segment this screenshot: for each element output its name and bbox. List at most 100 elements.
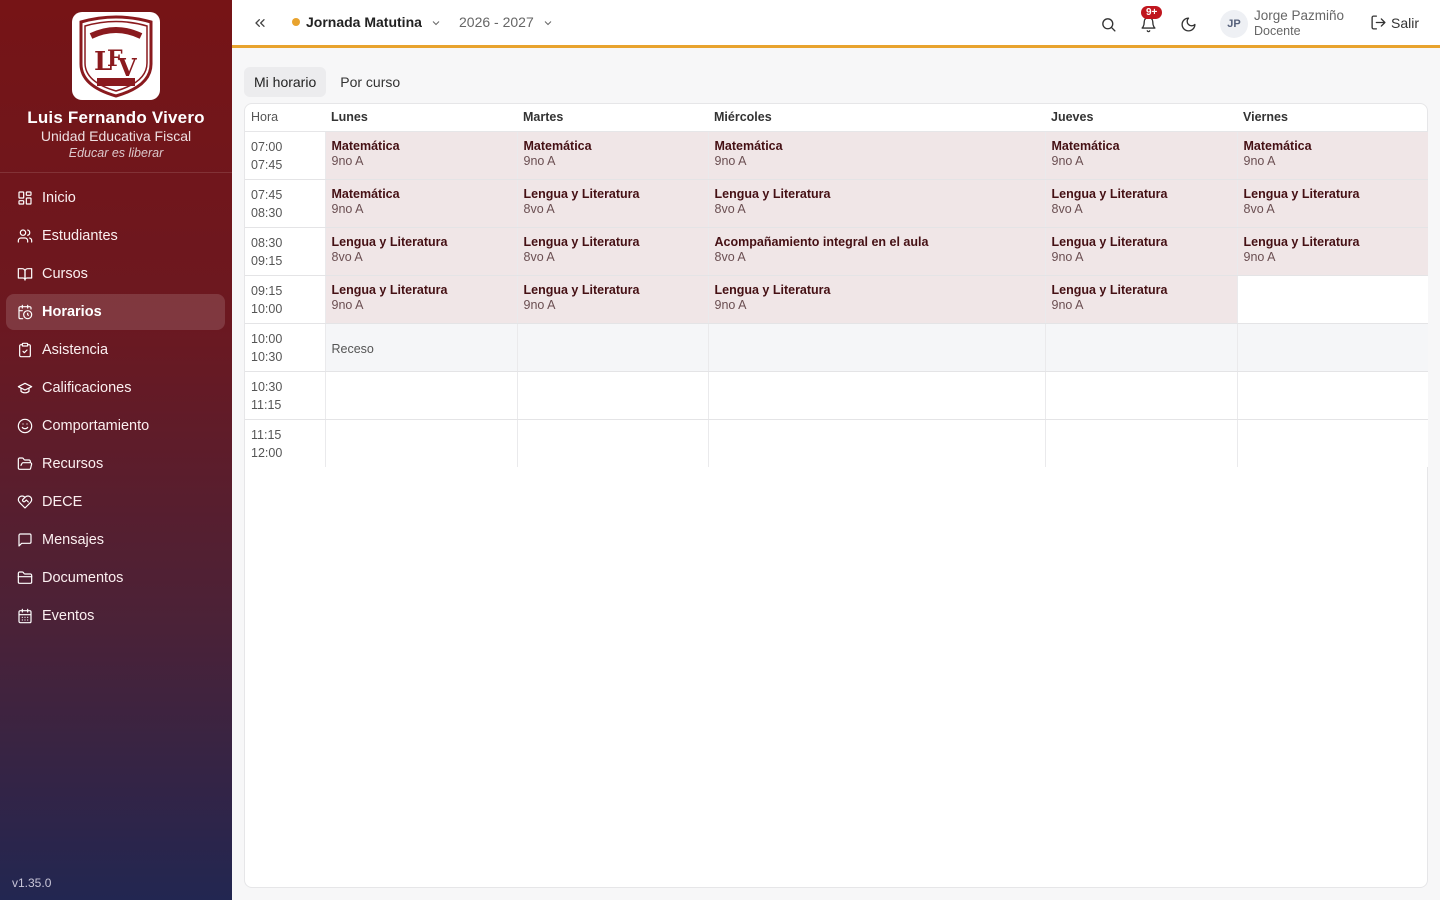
sidebar-item-horarios[interactable]: Horarios	[6, 294, 225, 330]
sidebar-item-label: Documentos	[42, 570, 124, 586]
clipboard-check-icon	[16, 341, 34, 359]
sidebar: L F V Luis Fernando Vivero Unidad Educat…	[0, 0, 232, 900]
class-cell[interactable]: Lengua y Literatura 8vo A	[1045, 179, 1238, 228]
class-cell[interactable]: Matemática 9no A	[325, 179, 518, 228]
empty-cell	[1237, 419, 1428, 467]
column-header-miercoles: Miércoles	[708, 104, 1045, 132]
class-subject: Acompañamiento integral en el aula	[714, 234, 929, 249]
time-start: 08:30	[251, 235, 283, 250]
calendar-clock-icon	[16, 303, 34, 321]
sidebar-item-documentos[interactable]: Documentos	[6, 560, 225, 596]
class-course: 9no A	[1051, 249, 1084, 264]
class-cell[interactable]: Lengua y Literatura 9no A	[1045, 227, 1238, 276]
class-course: 8vo A	[714, 249, 746, 264]
sidebar-item-calificaciones[interactable]: Calificaciones	[6, 370, 225, 406]
class-cell[interactable]: Lengua y Literatura 8vo A	[517, 179, 709, 228]
class-course: 9no A	[331, 297, 364, 312]
sidebar-item-recursos[interactable]: Recursos	[6, 446, 225, 482]
sidebar-item-cursos[interactable]: Cursos	[6, 256, 225, 292]
school-crest-icon: L F V	[79, 15, 153, 98]
graduation-cap-icon	[16, 379, 34, 397]
sidebar-item-inicio[interactable]: Inicio	[6, 180, 225, 216]
class-subject: Matemática	[714, 138, 783, 153]
collapse-sidebar-button[interactable]	[250, 13, 270, 33]
class-cell[interactable]: Matemática 9no A	[1045, 131, 1238, 180]
class-course: 9no A	[714, 153, 747, 168]
time-slot: 07:45 08:30	[245, 179, 326, 228]
sidebar-item-eventos[interactable]: Eventos	[6, 598, 225, 634]
sidebar-item-estudiantes[interactable]: Estudiantes	[6, 218, 225, 254]
class-course: 9no A	[1051, 297, 1084, 312]
jornada-label: Jornada Matutina	[306, 14, 422, 30]
empty-cell	[708, 419, 1046, 467]
svg-text:V: V	[117, 53, 137, 82]
sidebar-item-asistencia[interactable]: Asistencia	[6, 332, 225, 368]
sidebar-item-label: Eventos	[42, 608, 95, 624]
class-subject: Lengua y Literatura	[1051, 282, 1168, 297]
class-subject: Lengua y Literatura	[331, 282, 448, 297]
time-end: 10:00	[251, 301, 283, 316]
sidebar-divider	[0, 172, 232, 173]
school-year-selector[interactable]: 2026 - 2027	[459, 14, 554, 30]
class-cell[interactable]: Lengua y Literatura 8vo A	[708, 179, 1046, 228]
users-icon	[16, 227, 34, 245]
sidebar-item-mensajes[interactable]: Mensajes	[6, 522, 225, 558]
folder-icon	[16, 569, 34, 587]
class-cell[interactable]: Matemática 9no A	[325, 131, 518, 180]
empty-cell	[517, 371, 709, 420]
school-logo[interactable]: L F V	[72, 12, 160, 100]
class-subject: Lengua y Literatura	[331, 234, 448, 249]
time-start: 10:00	[251, 331, 283, 346]
theme-toggle-button[interactable]	[1177, 13, 1199, 35]
table-row: 10:00 10:30 Receso	[245, 323, 1428, 372]
class-cell[interactable]: Lengua y Literatura 9no A	[325, 275, 518, 324]
time-slot: 11:15 12:00	[245, 419, 326, 467]
sidebar-item-comportamiento[interactable]: Comportamiento	[6, 408, 225, 444]
class-subject: Lengua y Literatura	[714, 282, 831, 297]
class-subject: Lengua y Literatura	[1051, 186, 1168, 201]
column-header-lunes: Lunes	[325, 104, 517, 132]
table-row: 10:30 11:15	[245, 371, 1428, 420]
class-course: 9no A	[1051, 153, 1084, 168]
school-name: Luis Fernando Vivero	[27, 108, 205, 127]
tab-por-curso[interactable]: Por curso	[330, 67, 410, 97]
class-course: 9no A	[1243, 249, 1276, 264]
recess-cell	[708, 323, 1046, 372]
avatar[interactable]: JP	[1220, 10, 1248, 38]
tab-mi-horario[interactable]: Mi horario	[244, 67, 327, 97]
class-cell[interactable]: Matemática 9no A	[1237, 131, 1428, 180]
class-course: 9no A	[331, 201, 364, 216]
sidebar-item-dece[interactable]: DECE	[6, 484, 225, 520]
logout-button[interactable]: Salir	[1370, 14, 1419, 31]
class-course: 8vo A	[523, 201, 555, 216]
empty-cell	[1237, 371, 1428, 420]
class-cell[interactable]: Matemática 9no A	[517, 131, 709, 180]
sidebar-nav: Inicio Estudiantes Cursos Horarios Asist…	[6, 180, 225, 636]
empty-cell	[517, 419, 709, 467]
class-cell[interactable]: Lengua y Literatura 9no A	[1045, 275, 1238, 324]
class-course: 9no A	[714, 297, 747, 312]
class-cell[interactable]: Lengua y Literatura 9no A	[517, 275, 709, 324]
class-cell[interactable]: Acompañamiento integral en el aula 8vo A	[708, 227, 1046, 276]
school-type: Unidad Educativa Fiscal	[40, 128, 192, 144]
time-slot: 10:00 10:30	[245, 323, 326, 372]
class-cell[interactable]: Lengua y Literatura 8vo A	[325, 227, 518, 276]
class-cell[interactable]: Lengua y Literatura 8vo A	[1237, 179, 1428, 228]
empty-cell	[708, 371, 1046, 420]
time-end: 12:00	[251, 445, 283, 460]
sidebar-item-label: Mensajes	[42, 532, 105, 548]
chevron-down-icon	[542, 16, 554, 28]
class-course: 8vo A	[523, 249, 555, 264]
class-cell[interactable]: Lengua y Literatura 8vo A	[517, 227, 709, 276]
class-cell[interactable]: Lengua y Literatura 9no A	[708, 275, 1046, 324]
class-course: 9no A	[523, 297, 556, 312]
recess-cell	[1045, 323, 1238, 372]
class-cell[interactable]: Lengua y Literatura 9no A	[1237, 227, 1428, 276]
empty-cell	[325, 419, 518, 467]
class-cell[interactable]: Matemática 9no A	[708, 131, 1046, 180]
class-subject: Matemática	[523, 138, 592, 153]
time-slot: 08:30 09:15	[245, 227, 326, 276]
logout-label: Salir	[1391, 14, 1420, 31]
jornada-selector[interactable]: Jornada Matutina	[292, 14, 442, 30]
search-button[interactable]	[1097, 13, 1119, 35]
